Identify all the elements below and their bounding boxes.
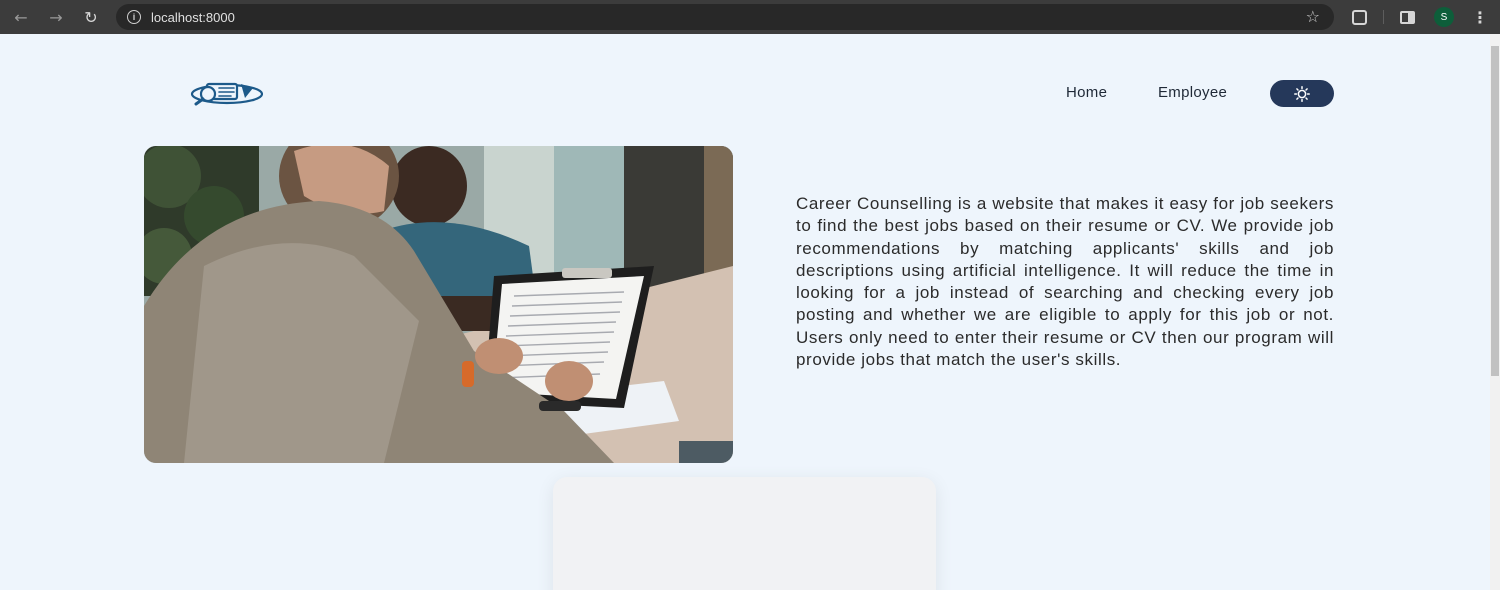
- profile-avatar[interactable]: S: [1434, 7, 1454, 27]
- extensions-icon[interactable]: [1352, 9, 1367, 25]
- browser-menu-icon[interactable]: ⋮: [1472, 8, 1488, 27]
- page-viewport: Home Employee Career Counselling is a we…: [0, 34, 1490, 590]
- theme-toggle-button[interactable]: [1270, 80, 1334, 107]
- reload-icon[interactable]: ↻: [80, 6, 102, 28]
- scrollbar-thumb[interactable]: [1491, 46, 1499, 376]
- toolbar-divider: [1383, 10, 1384, 24]
- nav-employee[interactable]: Employee: [1158, 84, 1227, 101]
- back-icon[interactable]: ←: [10, 6, 32, 28]
- nav-home[interactable]: Home: [1066, 84, 1107, 101]
- upload-card: [553, 477, 936, 590]
- sun-icon: [1294, 85, 1310, 102]
- site-info-icon[interactable]: i: [127, 10, 141, 24]
- job-interview-photo: [144, 146, 733, 463]
- browser-toolbar: ← → ↻ i localhost:8000 ☆ S ⋮: [0, 0, 1500, 34]
- side-panel-icon[interactable]: [1400, 10, 1415, 24]
- page-scrollbar[interactable]: [1490, 34, 1500, 590]
- bookmark-star-icon[interactable]: ☆: [1306, 7, 1320, 26]
- forward-icon[interactable]: →: [45, 6, 67, 28]
- about-description: Career Counselling is a website that mak…: [796, 194, 1334, 370]
- url-text[interactable]: localhost:8000: [151, 10, 235, 25]
- resume-search-icon[interactable]: [189, 78, 263, 106]
- address-bar[interactable]: i localhost:8000 ☆: [116, 4, 1334, 30]
